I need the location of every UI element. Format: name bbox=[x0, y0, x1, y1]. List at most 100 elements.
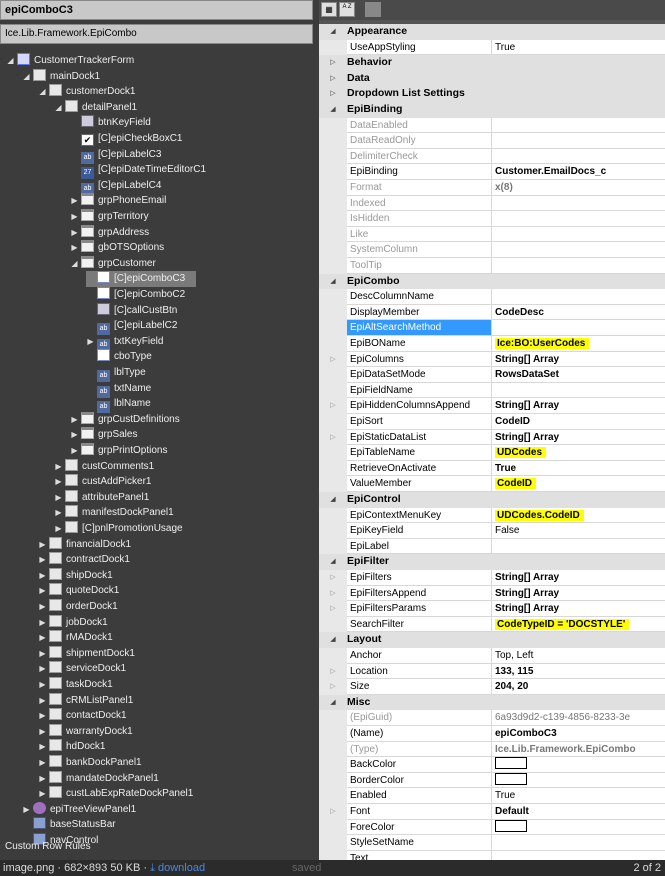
collapse-arrow-icon[interactable]: ◢ bbox=[319, 554, 347, 570]
expand-arrow-icon[interactable]: ▶ bbox=[38, 615, 47, 631]
property-row[interactable]: BorderColor bbox=[319, 772, 665, 789]
tree-node[interactable]: [C]epiComboC3 bbox=[86, 271, 196, 287]
tree-node[interactable]: ▶ taskDock1 bbox=[38, 677, 113, 693]
property-row[interactable]: ValueMember CodeID bbox=[319, 476, 665, 492]
property-value[interactable]: CodeID bbox=[492, 476, 665, 492]
property-value[interactable]: True bbox=[492, 788, 665, 804]
tree-node[interactable]: [C]callCustBtn bbox=[86, 302, 177, 319]
tree-node[interactable]: ▶ custLabExpRateDockPanel1 bbox=[38, 786, 193, 802]
expand-arrow-icon[interactable]: ▶ bbox=[38, 583, 47, 599]
property-value[interactable] bbox=[492, 320, 665, 336]
tree-node[interactable]: cboType bbox=[86, 349, 152, 365]
property-row[interactable]: EpiBOName Ice:BO:UserCodes bbox=[319, 336, 665, 352]
property-value[interactable]: UDCodes.CodeID bbox=[492, 507, 665, 524]
property-row[interactable]: ▷ EpiColumns String[] Array bbox=[319, 351, 665, 368]
property-row[interactable]: DescColumnName bbox=[319, 289, 665, 305]
tree-node[interactable]: ▶ custComments1 bbox=[54, 458, 154, 475]
collapse-arrow-icon[interactable]: ◢ bbox=[319, 102, 347, 118]
tree-node[interactable]: ▶ bankDockPanel1 bbox=[38, 755, 142, 771]
property-value[interactable] bbox=[492, 258, 665, 274]
expand-arrow-icon[interactable]: ▶ bbox=[38, 677, 47, 693]
property-value[interactable]: 133, 115 bbox=[492, 663, 665, 680]
expand-arrow-icon[interactable]: ▶ bbox=[38, 771, 47, 787]
collapse-arrow-icon[interactable]: ◢ bbox=[54, 100, 63, 116]
property-category[interactable]: ◢ Misc bbox=[319, 694, 665, 711]
expand-arrow-icon[interactable]: ▶ bbox=[54, 505, 63, 521]
tree-node[interactable]: ▶ attributePanel1 bbox=[54, 489, 149, 506]
expand-arrow-icon[interactable]: ▶ bbox=[54, 521, 63, 537]
property-row[interactable]: ▷ Font Default bbox=[319, 804, 665, 820]
property-value[interactable]: epiComboC3 bbox=[492, 726, 665, 742]
tree-node[interactable]: ▶ mandateDockPanel1 bbox=[38, 770, 159, 787]
property-value[interactable]: False bbox=[492, 523, 665, 539]
property-row[interactable]: ▷ Size 204, 20 bbox=[319, 679, 665, 695]
property-value[interactable] bbox=[492, 133, 665, 149]
collapse-arrow-icon[interactable]: ◢ bbox=[319, 273, 347, 290]
expand-arrow-icon[interactable]: ▶ bbox=[38, 724, 47, 740]
property-category[interactable]: ◢ Layout bbox=[319, 632, 665, 648]
property-row[interactable]: EpiAltSearchMethod bbox=[319, 320, 665, 336]
expand-arrow-icon[interactable]: ▶ bbox=[70, 209, 79, 225]
property-value[interactable] bbox=[492, 835, 665, 851]
tree-node[interactable]: ▶ jobDock1 bbox=[38, 614, 108, 631]
tree-node[interactable]: ▶ grpCustDefinitions bbox=[70, 411, 180, 428]
tree-node[interactable]: ▶ grpTerritory bbox=[70, 209, 149, 225]
property-row[interactable]: SystemColumn bbox=[319, 242, 665, 258]
property-value[interactable] bbox=[492, 819, 665, 836]
property-value[interactable]: Ice.Lib.Framework.EpiCombo bbox=[492, 741, 665, 758]
property-row[interactable]: EpiKeyField False bbox=[319, 523, 665, 539]
property-row[interactable]: EpiContextMenuKey UDCodes.CodeID bbox=[319, 507, 665, 524]
property-value[interactable] bbox=[492, 382, 665, 399]
property-row[interactable]: ▷ EpiStaticDataList String[] Array bbox=[319, 429, 665, 446]
tree-node[interactable]: ab lblName bbox=[86, 396, 151, 414]
property-value[interactable] bbox=[492, 538, 665, 555]
expand-arrow-icon[interactable]: ▶ bbox=[54, 490, 63, 506]
property-row[interactable]: StyleSetName bbox=[319, 835, 665, 851]
expand-arrow-icon[interactable]: ▷ bbox=[319, 601, 347, 617]
tree-node[interactable]: [C]epiComboC2 bbox=[86, 287, 185, 303]
tree-node[interactable]: ab [C]epiLabelC3 bbox=[70, 147, 161, 164]
expand-arrow-icon[interactable]: ▶ bbox=[38, 537, 47, 553]
property-row[interactable]: ▷ EpiFiltersAppend String[] Array bbox=[319, 585, 665, 602]
tree-node[interactable]: baseStatusBar bbox=[22, 817, 116, 833]
property-row[interactable]: ▷ EpiFiltersParams String[] Array bbox=[319, 601, 665, 617]
tree-node[interactable]: 27 [C]epiDateTimeEditorC1 bbox=[70, 162, 206, 180]
tree-node[interactable]: ▶ serviceDock1 bbox=[38, 661, 126, 677]
expand-arrow-icon[interactable]: ▶ bbox=[70, 240, 79, 256]
property-value[interactable]: Default bbox=[492, 804, 665, 820]
expand-arrow-icon[interactable]: ▷ bbox=[319, 70, 347, 87]
property-value[interactable] bbox=[492, 226, 665, 243]
tree-node[interactable]: btnKeyField bbox=[70, 115, 151, 131]
alphabetical-sort-icon[interactable]: A Z bbox=[339, 2, 355, 17]
expand-arrow-icon[interactable]: ▶ bbox=[70, 443, 79, 459]
tree-node[interactable]: ▶ ab txtKeyField bbox=[86, 334, 163, 351]
property-value[interactable]: String[] Array bbox=[492, 429, 665, 446]
property-value[interactable]: True bbox=[492, 39, 665, 56]
expand-arrow-icon[interactable]: ▷ bbox=[319, 570, 347, 586]
expand-arrow-icon[interactable]: ▶ bbox=[38, 661, 47, 677]
tree-node[interactable]: ▶ orderDock1 bbox=[38, 599, 118, 615]
expand-arrow-icon[interactable]: ▷ bbox=[319, 679, 347, 695]
tree-node[interactable]: ab lblType bbox=[86, 365, 146, 382]
property-category[interactable]: ◢ Appearance bbox=[319, 24, 665, 40]
expand-arrow-icon[interactable]: ▷ bbox=[319, 398, 347, 414]
collapse-arrow-icon[interactable]: ◢ bbox=[70, 256, 79, 272]
categorized-icon[interactable]: ▦ bbox=[321, 2, 337, 17]
tree-node[interactable]: ▶ grpPhoneEmail bbox=[70, 193, 166, 209]
tree-node[interactable]: ◢ CustomerTrackerForm bbox=[6, 53, 134, 69]
property-value[interactable]: Top, Left bbox=[492, 648, 665, 664]
expand-arrow-icon[interactable]: ▶ bbox=[70, 225, 79, 241]
expand-arrow-icon[interactable]: ▶ bbox=[86, 334, 95, 350]
expand-arrow-icon[interactable]: ▶ bbox=[38, 630, 47, 646]
property-value[interactable]: CodeID bbox=[492, 414, 665, 430]
property-row[interactable]: EpiSort CodeID bbox=[319, 414, 665, 430]
tree-node[interactable]: ab txtName bbox=[86, 381, 151, 398]
property-row[interactable]: DataEnabled bbox=[319, 117, 665, 134]
property-row[interactable]: Enabled True bbox=[319, 788, 665, 804]
collapse-arrow-icon[interactable]: ◢ bbox=[38, 84, 47, 100]
property-category[interactable]: ▷ Dropdown List Settings bbox=[319, 86, 665, 102]
expand-arrow-icon[interactable]: ▷ bbox=[319, 429, 347, 446]
tree-node[interactable]: ▶ quoteDock1 bbox=[38, 583, 119, 599]
tree-node[interactable]: ◢ mainDock1 bbox=[22, 68, 100, 85]
expand-arrow-icon[interactable]: ▶ bbox=[70, 412, 79, 428]
